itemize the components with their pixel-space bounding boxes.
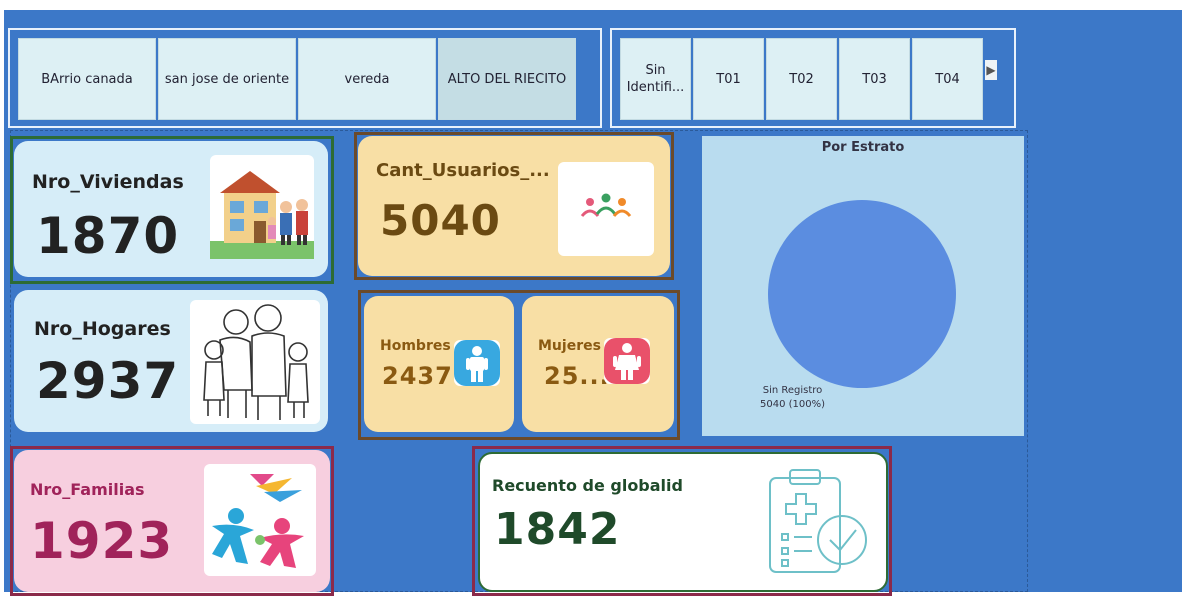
- familias-card[interactable]: Nro_Familias 1923: [14, 450, 330, 592]
- slicer-option-san-jose-de-oriente[interactable]: san jose de oriente: [158, 38, 296, 120]
- recuento-label: Recuento de globalid: [492, 476, 683, 495]
- slicer-option-alto-del-riecito[interactable]: ALTO DEL RIECITO: [438, 38, 576, 120]
- mujeres-label: Mujeres: [538, 338, 601, 354]
- pie-slice-label: Sin Registro 5040 (100%): [760, 384, 825, 412]
- recuento-card[interactable]: Recuento de globalid 1842: [478, 452, 888, 592]
- users-group-icon: [558, 162, 654, 256]
- family-sketch-icon: [190, 300, 320, 424]
- viviendas-value: 1870: [36, 207, 180, 265]
- familias-value: 1923: [30, 512, 174, 570]
- location-slicer: BArrio canada san jose de oriente vereda…: [8, 28, 602, 128]
- usuarios-value: 5040: [380, 196, 501, 245]
- family-logo-icon: [204, 464, 316, 576]
- house-family-icon: [210, 155, 314, 259]
- hombres-label: Hombres: [380, 338, 451, 354]
- slicer-option-barrio-canada[interactable]: BArrio canada: [18, 38, 156, 120]
- report-canvas: BArrio canada san jose de oriente vereda…: [4, 10, 1182, 596]
- hombres-card[interactable]: Hombres 2437: [364, 296, 514, 432]
- slicer-option-vereda[interactable]: vereda: [298, 38, 436, 120]
- slicer-option-sin-identificar[interactable]: Sin Identifi...: [620, 38, 691, 120]
- pie-chart-panel: Por Estrato Sin Registro 5040 (100%): [702, 136, 1024, 436]
- slicer-option-t01[interactable]: T01: [693, 38, 764, 120]
- slicer-scroll-right-icon[interactable]: ▶: [985, 60, 997, 80]
- usuarios-card[interactable]: Cant_Usuarios_... 5040: [358, 136, 670, 276]
- viviendas-card[interactable]: Nro_Viviendas 1870: [14, 141, 328, 277]
- estrato-slicer: Sin Identifi... T01 T02 T03 T04 ▶: [610, 28, 1016, 128]
- mujeres-value: 25...: [544, 362, 610, 390]
- hombres-value: 2437: [382, 362, 453, 390]
- pie-slice-value: 5040 (100%): [760, 399, 826, 410]
- familias-label: Nro_Familias: [30, 480, 145, 499]
- mujeres-card[interactable]: Mujeres 25...: [522, 296, 674, 432]
- pie-slice-category: Sin Registro: [762, 385, 823, 396]
- female-icon: [604, 338, 650, 384]
- slicer-option-t02[interactable]: T02: [766, 38, 837, 120]
- male-icon: [454, 340, 500, 386]
- recuento-value: 1842: [494, 504, 621, 555]
- slicer-option-t03[interactable]: T03: [839, 38, 910, 120]
- pie-slice-sin-registro[interactable]: [768, 200, 956, 388]
- usuarios-label: Cant_Usuarios_...: [376, 160, 550, 181]
- slicer-option-t04[interactable]: T04: [912, 38, 983, 120]
- hogares-label: Nro_Hogares: [34, 318, 171, 340]
- viviendas-label: Nro_Viviendas: [32, 171, 184, 193]
- clipboard-check-icon: [762, 464, 872, 578]
- hogares-card[interactable]: Nro_Hogares 2937: [14, 290, 328, 432]
- hogares-value: 2937: [36, 352, 180, 410]
- pie-chart-svg: [768, 200, 956, 388]
